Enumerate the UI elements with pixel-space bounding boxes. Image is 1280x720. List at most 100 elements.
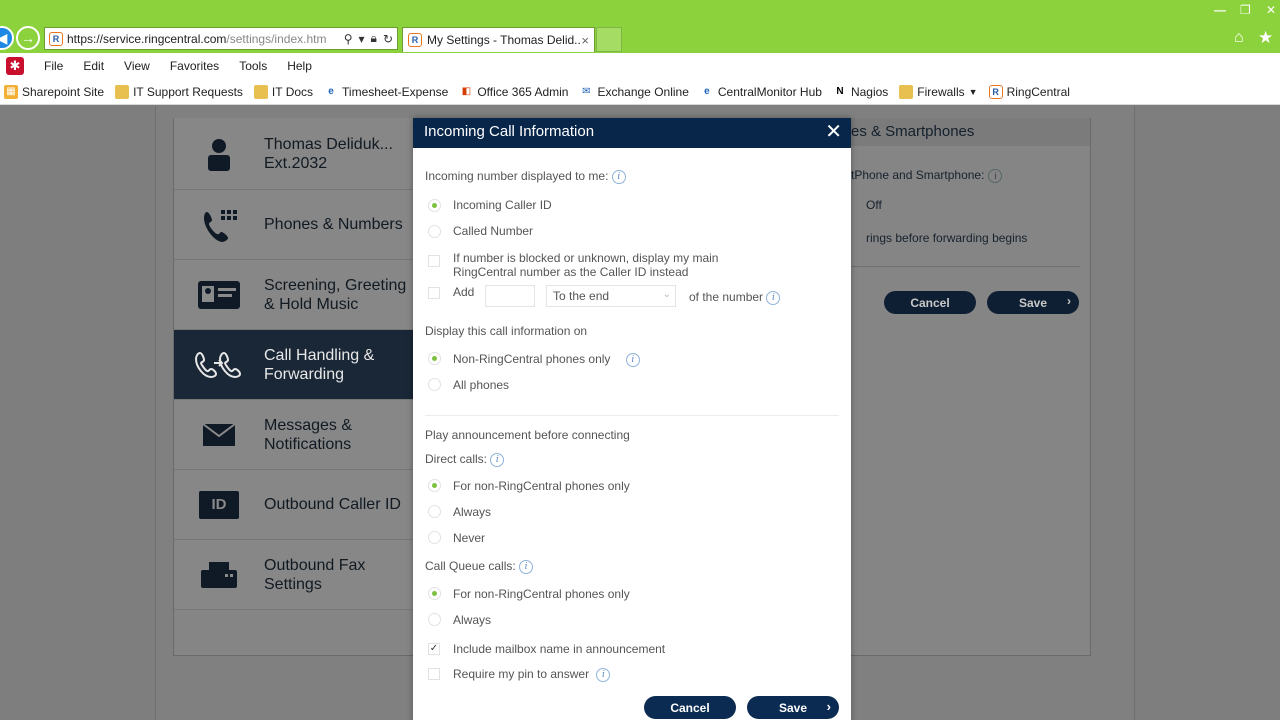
sidebar-item-messages[interactable]: Messages & Notifications — [174, 400, 413, 470]
fav-it-support[interactable]: IT Support Requests — [115, 84, 243, 99]
menu-edit[interactable]: Edit — [83, 59, 104, 73]
divider — [425, 415, 839, 416]
fav-exchange[interactable]: ✉ Exchange Online — [579, 85, 689, 99]
menu-view[interactable]: View — [124, 59, 150, 73]
sidebar-item-label: Outbound Fax — [264, 556, 366, 574]
search-icon[interactable]: ⚲ — [344, 32, 353, 46]
option-direct-non-rc: For non-RingCentral phones only — [453, 479, 630, 493]
nagios-icon: N — [836, 86, 844, 97]
home-icon[interactable]: ⌂ — [1234, 29, 1244, 47]
dropdown-arrow-icon[interactable]: ▾ — [359, 32, 365, 46]
fav-ringcentral[interactable]: R RingCentral — [988, 84, 1070, 99]
sidebar-item-sublabel: Settings — [264, 575, 322, 593]
lock-icon[interactable]: 🔒︎ — [371, 31, 377, 46]
tab-close-icon[interactable]: × — [581, 33, 589, 48]
background-settings-pane: es & Smartphones tPhone and Smartphone: i… — [851, 118, 1091, 328]
info-icon[interactable]: i — [625, 352, 640, 367]
option-all-phones: All phones — [453, 378, 510, 392]
sidebar-item-user[interactable]: Thomas Deliduk... Ext.2032 — [174, 118, 413, 190]
close-icon[interactable]: ✕ — [825, 121, 842, 143]
fav-timesheet[interactable]: e Timesheet-Expense — [324, 85, 448, 99]
radio-all-phones[interactable] — [428, 378, 441, 391]
radio-direct-non-rc[interactable] — [428, 479, 441, 492]
info-icon[interactable]: i — [519, 559, 534, 574]
address-bar[interactable]: R https://service.ringcentral.com/settin… — [44, 27, 398, 50]
sidebar-item-caller-id[interactable]: ID Outbound Caller ID — [174, 470, 413, 540]
save-button[interactable]: Save › — [747, 696, 839, 719]
pane-value-off: Off — [866, 198, 882, 212]
caller-id-badge: ID — [199, 490, 239, 519]
display-on-label: Display this call information on — [425, 324, 588, 338]
sidebar-item-screening[interactable]: Screening, Greeting & Hold Music — [174, 260, 413, 330]
sidebar-item-label: Thomas Deliduk... — [264, 135, 393, 153]
option-non-rc-phones: Non-RingCentral phones only — [453, 352, 611, 366]
radio-queue-always[interactable] — [428, 613, 441, 626]
ringcentral-favicon-icon: R — [49, 31, 63, 46]
sidebar-item-label: Screening, Greeting — [264, 276, 407, 294]
option-incoming-caller-id: Incoming Caller ID — [453, 198, 552, 212]
fav-centralmonitor[interactable]: e CentralMonitor Hub — [700, 85, 822, 99]
option-require-pin: Require my pin to answer — [453, 667, 590, 681]
radio-direct-never[interactable] — [428, 531, 441, 544]
envelope-icon — [174, 422, 264, 447]
sidebar-item-call-handling[interactable]: Call Handling & Forwarding — [174, 330, 413, 400]
favorites-star-icon[interactable]: ★ — [1258, 28, 1273, 48]
menu-bar: ✱ File Edit View Favorites Tools Help — [0, 53, 1280, 79]
restore-icon[interactable]: ❐ — [1240, 3, 1251, 17]
menu-file[interactable]: File — [44, 59, 63, 73]
forward-button[interactable]: → — [16, 26, 40, 50]
close-window-icon[interactable]: ✕ — [1266, 3, 1276, 17]
pane-rings-text: rings before forwarding begins — [866, 231, 1028, 245]
info-icon[interactable]: i — [988, 168, 1003, 183]
sharepoint-icon: ▦ — [4, 84, 18, 99]
radio-queue-non-rc[interactable] — [428, 587, 441, 600]
sidebar-item-fax[interactable]: Outbound Fax Settings — [174, 540, 413, 610]
sidebar-item-phones[interactable]: Phones & Numbers — [174, 190, 413, 260]
radio-direct-always[interactable] — [428, 505, 441, 518]
option-queue-non-rc: For non-RingCentral phones only — [453, 587, 630, 601]
radio-non-rc-phones[interactable] — [428, 352, 441, 365]
chevron-right-icon: › — [1067, 294, 1071, 308]
refresh-icon[interactable]: ↻ — [383, 32, 393, 46]
menu-tools[interactable]: Tools — [239, 59, 267, 73]
checkbox-require-pin[interactable] — [428, 668, 440, 680]
announcement-label: Play announcement before connecting — [425, 428, 630, 442]
info-icon[interactable]: i — [596, 667, 611, 682]
ie-page-icon: e — [328, 86, 334, 97]
dialog-header: Incoming Call Information ✕ — [413, 118, 851, 148]
incoming-call-dialog: Incoming Call Information ✕ Incoming num… — [413, 118, 851, 720]
new-tab-button[interactable] — [596, 27, 622, 52]
info-icon[interactable]: i — [490, 452, 505, 467]
radio-called-number[interactable] — [428, 225, 441, 238]
cancel-button[interactable]: Cancel — [644, 696, 736, 719]
checkbox-include-mailbox[interactable]: ✓ — [428, 643, 440, 655]
option-blocked-number: If number is blocked or unknown, display… — [453, 251, 719, 279]
pane-cancel-button[interactable]: Cancel — [884, 291, 976, 314]
checkbox-blocked-number[interactable] — [428, 255, 440, 267]
folder-icon — [253, 84, 268, 99]
fav-nagios[interactable]: N Nagios — [833, 85, 888, 99]
browser-tab-active[interactable]: R My Settings - Thomas Delid... × — [402, 27, 595, 52]
queue-calls-label: Call Queue calls: — [425, 559, 516, 573]
fav-it-docs[interactable]: IT Docs — [253, 84, 313, 99]
info-icon[interactable]: i — [611, 169, 626, 184]
sidebar-item-sublabel: & Hold Music — [264, 295, 359, 313]
info-icon[interactable]: i — [766, 290, 781, 305]
radio-incoming-caller-id[interactable] — [428, 199, 441, 212]
sidebar-item-label: Phones & Numbers — [264, 216, 403, 233]
back-button[interactable]: ◀ — [0, 26, 14, 50]
direct-calls-label: Direct calls: — [425, 452, 488, 466]
ringcentral-tab-icon: R — [408, 33, 422, 47]
fav-sharepoint[interactable]: ▦ Sharepoint Site — [4, 84, 104, 99]
position-select[interactable]: To the end ⌄ — [546, 285, 676, 307]
pane-save-button[interactable]: Save › — [987, 291, 1079, 314]
add-digits-input[interactable] — [485, 285, 535, 307]
menu-help[interactable]: Help — [287, 59, 312, 73]
minimize-icon[interactable]: — — [1214, 3, 1226, 17]
checkbox-add-digits[interactable] — [428, 287, 440, 299]
fav-firewalls[interactable]: Firewalls ▼ — [899, 84, 978, 99]
menu-favorites[interactable]: Favorites — [170, 59, 219, 73]
dropdown-arrow-icon: ▼ — [968, 86, 978, 97]
fav-office365[interactable]: ◧ Office 365 Admin — [459, 85, 569, 99]
folder-icon — [115, 84, 130, 99]
